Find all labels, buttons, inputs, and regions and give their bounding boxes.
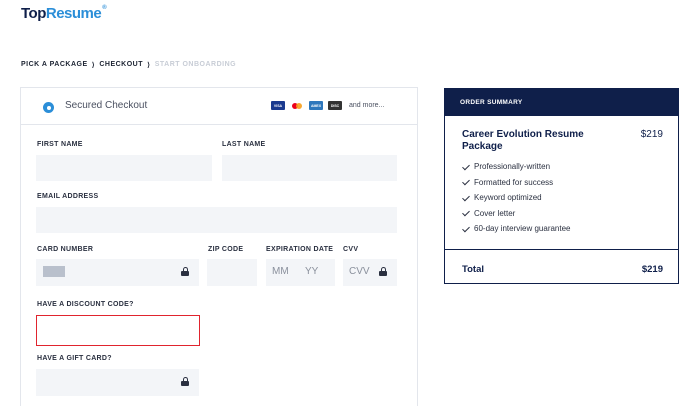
discover-icon: DISC <box>328 101 342 110</box>
breadcrumb-start-onboarding: START ONBOARDING <box>154 61 237 68</box>
total-label: Total <box>462 264 484 275</box>
discount-code-field[interactable] <box>36 315 200 346</box>
cvv-placeholder: CVV <box>349 266 370 277</box>
first-name-field[interactable] <box>36 155 212 181</box>
zip-code-label: ZIP CODE <box>208 246 244 253</box>
email-field[interactable] <box>36 207 397 233</box>
checkout-card-header: Secured Checkout VISA AMEX DISC and more… <box>21 88 417 125</box>
zip-code-field[interactable] <box>207 259 257 286</box>
discount-code-label: HAVE A DISCOUNT CODE? <box>37 301 134 308</box>
breadcrumb-separator: ⟩ <box>147 62 151 69</box>
order-summary: ORDER SUMMARY Career Evolution Resume Pa… <box>444 88 679 284</box>
total-value: $219 <box>641 264 663 275</box>
cvv-label: CVV <box>343 246 359 253</box>
logo-part-top: Top <box>21 5 46 22</box>
gift-card-field[interactable] <box>36 369 199 396</box>
order-summary-title: ORDER SUMMARY <box>460 99 523 106</box>
order-summary-header: ORDER SUMMARY <box>445 89 678 116</box>
logo-part-resume: Resume <box>45 5 102 22</box>
visa-icon: VISA <box>271 101 285 110</box>
feature-text: Keyword optimized <box>474 193 542 203</box>
last-name-label: LAST NAME <box>222 141 266 148</box>
brand-logo[interactable]: TopResume® <box>21 5 107 22</box>
mastercard-icon <box>290 101 304 110</box>
secured-checkout-radio[interactable] <box>43 102 54 113</box>
feature-item: Professionally-written <box>462 159 571 175</box>
more-payment-methods: and more... <box>349 102 385 109</box>
expiration-month-placeholder: MM <box>272 266 289 277</box>
expiration-label: EXPIRATION DATE <box>266 246 334 253</box>
breadcrumb-separator: ⟩ <box>91 62 96 69</box>
secured-checkout-title: Secured Checkout <box>65 100 148 111</box>
breadcrumb-pick-package[interactable]: PICK A PACKAGE <box>21 61 88 69</box>
check-icon <box>462 178 470 186</box>
feature-item: 60-day interview guarantee <box>462 221 571 237</box>
feature-text: 60-day interview guarantee <box>474 224 571 234</box>
breadcrumb: PICK A PACKAGE ⟩ CHECKOUT ⟩ START ONBOAR… <box>21 61 236 69</box>
check-icon <box>462 209 470 217</box>
expiration-year-placeholder: YY <box>305 266 319 277</box>
feature-item: Cover letter <box>462 206 571 222</box>
amex-icon: AMEX <box>309 101 323 110</box>
package-features: Professionally-written Formatted for suc… <box>462 159 571 237</box>
summary-divider <box>445 249 678 250</box>
feature-item: Formatted for success <box>462 175 571 191</box>
feature-text: Professionally-written <box>474 162 551 172</box>
feature-text: Cover letter <box>474 208 516 218</box>
card-brand-placeholder-icon <box>43 266 65 277</box>
lock-icon <box>181 267 189 276</box>
first-name-label: FIRST NAME <box>37 141 83 148</box>
lock-icon <box>379 267 387 276</box>
lock-icon <box>181 377 189 386</box>
breadcrumb-checkout: CHECKOUT <box>99 61 144 68</box>
check-icon <box>462 225 470 233</box>
feature-item: Keyword optimized <box>462 190 571 206</box>
card-number-label: CARD NUMBER <box>37 246 94 253</box>
gift-card-label: HAVE A GIFT CARD? <box>37 355 112 362</box>
last-name-field[interactable] <box>222 155 397 181</box>
logo-trademark: ® <box>102 5 107 11</box>
payment-methods: VISA AMEX DISC and more... <box>271 101 384 110</box>
check-icon <box>462 194 470 202</box>
email-label: EMAIL ADDRESS <box>37 193 99 200</box>
package-name: Career Evolution Resume Package <box>462 129 584 152</box>
feature-text: Formatted for success <box>474 177 554 187</box>
check-icon <box>462 163 470 171</box>
package-price: $219 <box>640 129 663 140</box>
